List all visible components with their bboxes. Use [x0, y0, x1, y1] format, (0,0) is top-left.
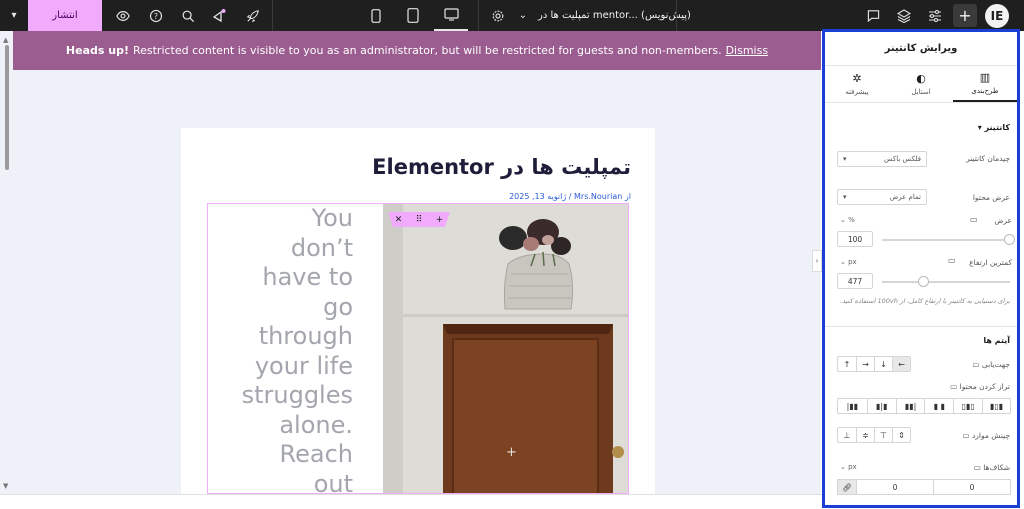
justify-center-icon[interactable]: ▮|▮ — [866, 399, 896, 413]
width-slider-track[interactable] — [882, 239, 1010, 241]
chevron-down-icon: ▾ — [843, 155, 847, 163]
justify-content-label: تراز کردن محتوا ▭ — [950, 382, 1010, 391]
rocket-icon[interactable] — [240, 0, 266, 31]
style-icon: ◐ — [916, 72, 926, 85]
add-element-plus-icon[interactable]: + — [436, 215, 444, 225]
notifications-icon[interactable] — [206, 0, 232, 31]
publish-options-chevron-down-icon[interactable]: ▾ — [0, 0, 28, 31]
close-icon[interactable]: ✕ — [395, 215, 403, 225]
arrow-left-icon[interactable]: ← — [892, 357, 910, 371]
min-height-slider-track[interactable] — [882, 281, 1010, 283]
desktop-icon: ▭ — [970, 215, 978, 224]
gaps-label: شکاف‌ها ▭ — [973, 463, 1010, 472]
layout-label: چیدمان کانتینر — [966, 154, 1010, 163]
divider — [825, 326, 1017, 327]
width-unit[interactable]: ⌄ % — [840, 216, 855, 224]
tablet-icon[interactable] — [400, 0, 426, 31]
justify-space-evenly-icon[interactable]: ▮▯▮ — [982, 399, 1010, 413]
collapse-panel-chevron-icon[interactable]: › — [812, 250, 822, 272]
tab-advanced-label: پیشرفته — [845, 88, 869, 96]
panel-title: ویرایش کانتینر — [825, 32, 1017, 66]
arrow-right-icon[interactable]: → — [856, 357, 874, 371]
post-byline[interactable]: از Mrs.Nourian / ژانویه 13, 2025 — [505, 192, 631, 201]
min-height-note: برای دستیابی به کانتینر با ارتفاع کامل، … — [840, 297, 1010, 305]
banner-heading: Heads up! — [65, 44, 129, 57]
drag-handle-icon[interactable]: ⠿ — [416, 215, 423, 225]
width-input[interactable]: 100 — [837, 231, 873, 247]
content-width-label: عرض محتوا — [972, 193, 1010, 202]
dismiss-link[interactable]: Dismiss — [726, 44, 769, 57]
plus-icon[interactable]: + — [953, 4, 977, 27]
layout-select[interactable]: فلکس باکس ▾ — [837, 151, 927, 167]
min-height-unit[interactable]: ⌄ px — [840, 258, 857, 266]
width-label: عرض — [994, 216, 1012, 225]
selected-container-outline — [207, 203, 629, 494]
tab-layout[interactable]: ▥ طرح‌بندی — [953, 66, 1017, 102]
layers-icon[interactable] — [892, 0, 916, 31]
tab-style[interactable]: ◐ استایل — [889, 66, 953, 102]
width-slider-handle[interactable] — [1004, 234, 1015, 245]
section-container-heading[interactable]: کانتینر ▾ — [960, 123, 1010, 132]
tab-style-label: استایل — [911, 88, 931, 96]
post-title[interactable]: تمپلیت ها در Elementor — [372, 155, 631, 179]
chat-icon[interactable] — [861, 0, 885, 31]
scrollbar-thumb[interactable] — [5, 45, 9, 170]
svg-text:?: ? — [154, 12, 158, 21]
gap-column-input[interactable]: 0 — [933, 479, 1011, 495]
min-height-label: کمترین ارتفاع — [969, 258, 1012, 267]
restricted-content-banner: Heads up! Restricted content is visible … — [13, 31, 821, 70]
direction-label: جهت‌یابی ▭ — [972, 360, 1010, 369]
layout-icon: ▥ — [979, 71, 991, 84]
settings-icon[interactable] — [486, 0, 510, 31]
eye-icon[interactable] — [110, 0, 136, 31]
chevron-down-icon: ▾ — [843, 193, 847, 201]
align-stretch-icon[interactable]: ⇕ — [892, 428, 910, 442]
min-height-slider-handle[interactable] — [918, 276, 929, 287]
justify-end-icon[interactable]: ▮▮| — [895, 399, 925, 413]
gear-icon: ✲ — [852, 72, 862, 85]
publish-button[interactable]: انتشار — [28, 0, 102, 31]
desktop-icon: ▭ — [948, 256, 956, 265]
sliders-icon[interactable] — [923, 0, 947, 31]
desktop-icon[interactable] — [434, 0, 468, 31]
scroll-down-icon[interactable]: ▼ — [3, 482, 8, 490]
chevron-down-icon[interactable]: ⌄ — [514, 0, 532, 31]
min-height-input[interactable]: 477 — [837, 273, 873, 289]
content-width-select[interactable]: تمام عرض ▾ — [837, 189, 927, 205]
align-center-icon[interactable]: ≑ — [856, 428, 874, 442]
align-items-buttons[interactable]: ⊥ ≑ ⊤ ⇕ — [837, 427, 911, 443]
section-items-heading[interactable]: آیتم ها — [960, 336, 1010, 345]
justify-content-buttons[interactable]: |▮▮ ▮|▮ ▮▮| ▮ ▮ ▯▮▯ ▮▯▮ — [837, 398, 1011, 414]
banner-text: Restricted content is visible to you as … — [132, 44, 722, 57]
top-bar: ▾ انتشار ? ⌄ تمپلیت ها در mentor... (پیش… — [0, 0, 1024, 31]
gap-row-input[interactable]: 0 — [856, 479, 934, 495]
direction-buttons[interactable]: ↑ → ↓ ← — [837, 356, 911, 372]
elementor-logo[interactable]: IE — [985, 4, 1009, 28]
help-icon[interactable]: ? — [143, 0, 169, 31]
justify-space-around-icon[interactable]: ▯▮▯ — [953, 399, 982, 413]
arrow-down-icon[interactable]: ↓ — [874, 357, 892, 371]
tab-advanced[interactable]: ✲ پیشرفته — [825, 66, 889, 102]
arrow-up-icon[interactable]: ↑ — [838, 357, 856, 371]
panel-tabs: ▥ طرح‌بندی ◐ استایل ✲ پیشرفته — [825, 66, 1017, 103]
align-items-label: چینش موارد ▭ — [962, 431, 1010, 440]
container-controls[interactable]: ✕ ⠿ + — [388, 212, 450, 227]
justify-start-icon[interactable]: |▮▮ — [838, 399, 867, 413]
align-end-icon[interactable]: ⊤ — [874, 428, 892, 442]
align-start-icon[interactable]: ⊥ — [838, 428, 856, 442]
scroll-up-icon[interactable]: ▲ — [3, 36, 8, 44]
tab-layout-label: طرح‌بندی — [971, 87, 999, 95]
search-icon[interactable] — [175, 0, 201, 31]
bottom-bar — [0, 494, 822, 509]
mobile-icon[interactable] — [364, 0, 388, 31]
document-title[interactable]: تمپلیت ها در mentor... (پیش‌نویس) — [538, 0, 691, 31]
link-values-icon[interactable]: 🔗︎ — [837, 479, 857, 495]
justify-space-between-icon[interactable]: ▮ ▮ — [924, 399, 953, 413]
gaps-unit[interactable]: ⌄ px — [840, 463, 857, 471]
